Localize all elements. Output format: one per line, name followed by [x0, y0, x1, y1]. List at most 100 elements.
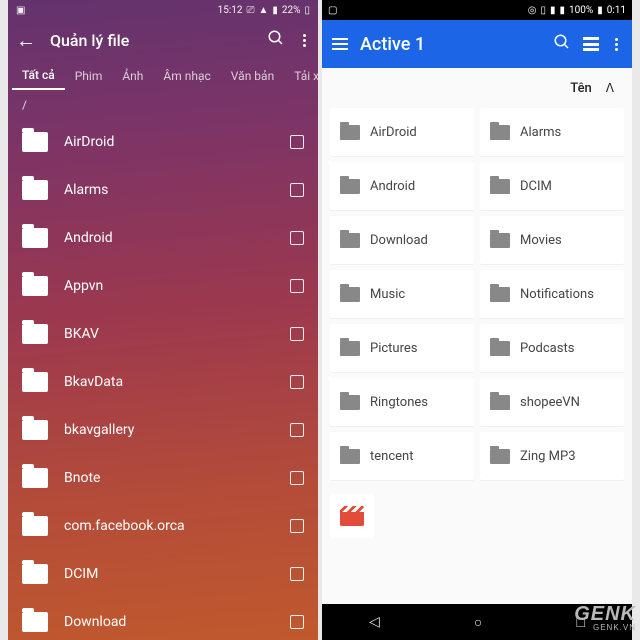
grid-item[interactable]: Movies [480, 216, 624, 264]
list-item[interactable]: AirDroid [8, 118, 318, 166]
tab-movies[interactable]: Phim [65, 69, 113, 83]
item-label: shopeeVN [520, 395, 580, 410]
grid-item[interactable]: Ringtones [330, 378, 474, 426]
back-icon[interactable]: ← [16, 30, 36, 50]
list-item[interactable]: BkavData [8, 358, 318, 406]
grid-item-video[interactable] [330, 494, 374, 538]
grid-item[interactable]: Alarms [480, 108, 624, 156]
grid-item[interactable]: AirDroid [330, 108, 474, 156]
status-time: 0:11 [607, 5, 626, 16]
item-label: Notifications [520, 287, 594, 302]
search-icon[interactable] [553, 33, 571, 55]
item-label: Appvn [64, 278, 274, 294]
list-item[interactable]: Download [8, 598, 318, 640]
list-item[interactable]: DCIM [8, 550, 318, 598]
grid-item[interactable]: Music [330, 270, 474, 318]
item-label: com.facebook.orca [64, 518, 274, 534]
list-item[interactable]: Android [8, 214, 318, 262]
folder-icon [490, 125, 510, 140]
battery-percent: 22% [282, 5, 301, 16]
folder-icon [490, 449, 510, 464]
grid-item[interactable]: shopeeVN [480, 378, 624, 426]
checkbox[interactable] [290, 231, 304, 245]
folder-icon [22, 276, 48, 296]
grid-item[interactable]: Download [330, 216, 474, 264]
folder-icon [22, 516, 48, 536]
folder-icon [22, 372, 48, 392]
phone-left: ▣ 15:12 ⎚ ▲ ▮ 22% ▯ ← Quản lý file Tất c… [8, 0, 318, 640]
file-grid-right: AirDroid Alarms Android DCIM Download Mo… [322, 108, 632, 480]
folder-icon [340, 395, 360, 410]
list-item[interactable]: Bnote [8, 454, 318, 502]
more-icon[interactable] [299, 30, 310, 51]
item-label: BKAV [64, 326, 274, 342]
signal-icon: ▮ [272, 5, 278, 16]
item-label: Alarms [520, 125, 561, 140]
grid-item[interactable]: Zing MP3 [480, 432, 624, 480]
grid-item[interactable]: DCIM [480, 162, 624, 210]
list-item[interactable]: Alarms [8, 166, 318, 214]
item-label: Movies [520, 233, 562, 248]
battery-icon: ▮ [597, 5, 603, 16]
tab-music[interactable]: Âm nhạc [153, 69, 220, 83]
item-label: DCIM [520, 179, 552, 194]
checkbox[interactable] [290, 615, 304, 629]
checkbox[interactable] [290, 279, 304, 293]
vibrate-icon: ▯ [540, 5, 546, 16]
folder-icon [22, 564, 48, 584]
video-icon [340, 506, 364, 526]
phone-right: ▢ ◎ ▯ ▮ ▮ 100% ▮ 0:11 Active 1 Tên ᐱ [322, 0, 632, 640]
grid-item[interactable]: tencent [330, 432, 474, 480]
list-item[interactable]: Appvn [8, 262, 318, 310]
tab-bar: Tất cả Phim Ảnh Âm nhạc Văn bản Tải xuốn… [8, 60, 318, 92]
checkbox[interactable] [290, 327, 304, 341]
signal-icon: ▮ [550, 5, 556, 16]
checkbox[interactable] [290, 471, 304, 485]
cast-icon: ⎚ [246, 5, 254, 16]
item-label: Android [370, 179, 415, 194]
folder-icon [22, 324, 48, 344]
item-label: AirDroid [64, 134, 274, 150]
more-icon[interactable] [611, 34, 622, 55]
checkbox[interactable] [290, 183, 304, 197]
search-icon[interactable] [267, 29, 285, 52]
view-list-icon[interactable] [583, 37, 599, 51]
tab-docs[interactable]: Văn bản [221, 69, 284, 83]
nav-back-icon[interactable]: ◁ [369, 614, 380, 630]
tab-downloads[interactable]: Tải xuống [284, 69, 318, 83]
list-item[interactable]: BKAV [8, 310, 318, 358]
checkbox[interactable] [290, 567, 304, 581]
menu-icon[interactable] [332, 38, 348, 50]
folder-icon [490, 395, 510, 410]
wifi-icon: ▲ [258, 5, 268, 16]
list-item[interactable]: com.facebook.orca [8, 502, 318, 550]
folder-icon [490, 341, 510, 356]
tab-all[interactable]: Tất cả [12, 68, 65, 90]
checkbox[interactable] [290, 375, 304, 389]
checkbox[interactable] [290, 135, 304, 149]
sort-bar[interactable]: Tên ᐱ [322, 68, 632, 108]
page-title: Quản lý file [50, 31, 253, 50]
checkbox[interactable] [290, 519, 304, 533]
grid-item[interactable]: Android [330, 162, 474, 210]
page-title: Active 1 [360, 34, 541, 55]
folder-icon [22, 612, 48, 632]
item-label: Alarms [64, 182, 274, 198]
grid-item[interactable]: Notifications [480, 270, 624, 318]
item-label: Download [64, 614, 274, 630]
breadcrumb[interactable]: / [8, 92, 318, 118]
list-item[interactable]: bkavgallery [8, 406, 318, 454]
app-header-left: ← Quản lý file [8, 20, 318, 60]
folder-icon [22, 420, 48, 440]
grid-item[interactable]: Pictures [330, 324, 474, 372]
tab-photos[interactable]: Ảnh [112, 69, 153, 83]
item-label: bkavgallery [64, 422, 274, 438]
signal-icon: ▮ [559, 5, 565, 16]
folder-icon [22, 468, 48, 488]
checkbox[interactable] [290, 423, 304, 437]
nav-home-icon[interactable]: ○ [474, 614, 482, 631]
app-header-right: Active 1 [322, 20, 632, 68]
folder-icon [22, 228, 48, 248]
folder-icon [340, 449, 360, 464]
grid-item[interactable]: Podcasts [480, 324, 624, 372]
